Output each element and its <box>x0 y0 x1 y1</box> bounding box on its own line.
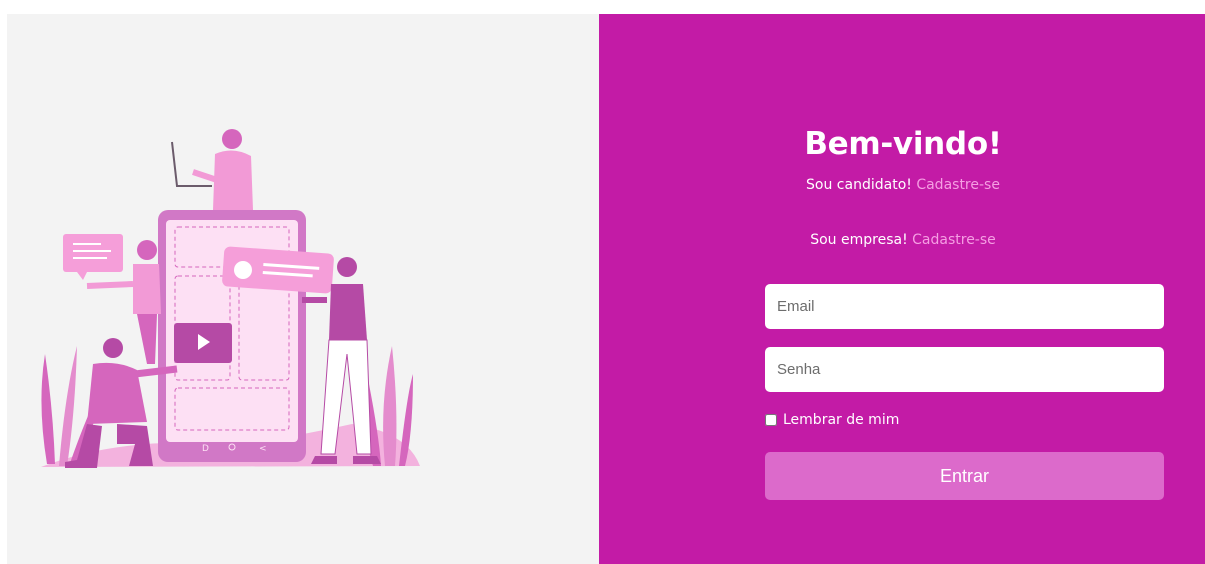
svg-text:<: < <box>259 444 267 454</box>
remember-me-label: Lembrar de mim <box>783 412 900 428</box>
company-text: Sou empresa! <box>810 232 913 248</box>
people-with-phone-illustration: D < <box>41 129 420 468</box>
candidate-text: Sou candidato! <box>806 177 917 193</box>
company-signup-link[interactable]: Cadastre-se <box>912 232 996 248</box>
password-field[interactable] <box>765 347 1164 392</box>
illustration-panel: D < <box>7 14 599 564</box>
remember-me[interactable]: Lembrar de mim <box>765 412 899 428</box>
login-button[interactable]: Entrar <box>765 452 1164 500</box>
candidate-signup-link[interactable]: Cadastre-se <box>916 177 1000 193</box>
svg-text:D: D <box>202 444 209 454</box>
company-signup-line: Sou empresa! Cadastre-se <box>537 232 1205 248</box>
email-field[interactable] <box>765 284 1164 329</box>
welcome-title: Bem-vindo! <box>804 126 1002 162</box>
login-panel: Bem-vindo! Sou candidato! Cadastre-se So… <box>599 14 1205 564</box>
remember-me-checkbox[interactable] <box>765 414 777 426</box>
candidate-signup-line: Sou candidato! Cadastre-se <box>537 177 1205 193</box>
play-icon <box>174 323 232 363</box>
